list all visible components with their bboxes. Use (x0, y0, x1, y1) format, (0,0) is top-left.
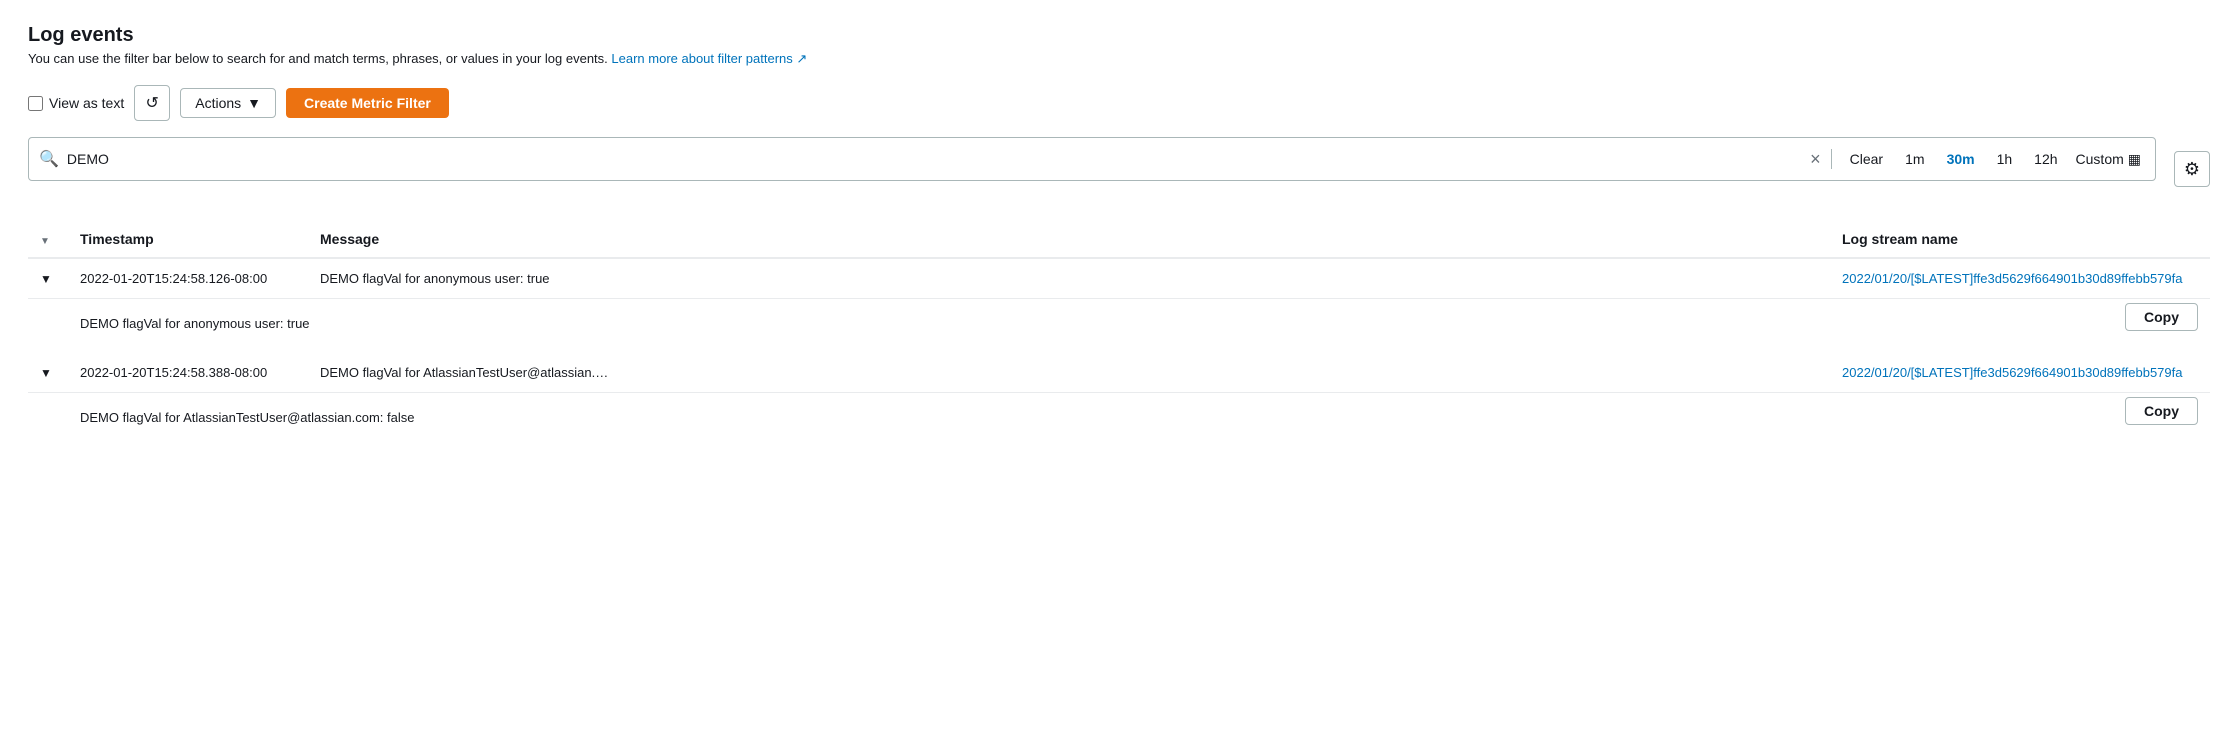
col-expand-header: ▼ (28, 221, 68, 258)
log-table: ▼ Timestamp Message Log stream name ▼ (28, 221, 2210, 447)
1h-time-button[interactable]: 1h (1993, 149, 2017, 169)
refresh-button[interactable]: ↺ (134, 85, 170, 121)
custom-label: Custom (2076, 151, 2124, 167)
row1-expanded-content: DEMO flagVal for anonymous user: true Co… (80, 303, 2198, 339)
table-row: ▼ 2022-01-20T15:24:58.388-08:00 DEMO fla… (28, 353, 2210, 393)
row1-expanded-cell: DEMO flagVal for anonymous user: true Co… (28, 299, 2210, 354)
subtitle-text: You can use the filter bar below to sear… (28, 51, 608, 66)
table-row: ▼ 2022-01-20T15:24:58.126-08:00 DEMO fla… (28, 258, 2210, 299)
external-link-icon: ↗ (796, 51, 807, 66)
row1-expand-icon[interactable]: ▼ (40, 272, 52, 286)
row2-copy-button[interactable]: Copy (2125, 397, 2198, 425)
page-subtitle: You can use the filter bar below to sear… (28, 51, 2210, 67)
row2-logstream: 2022/01/20/[$LATEST]ffe3d5629f664901b30d… (1830, 353, 2210, 393)
view-as-text-checkbox[interactable] (28, 96, 43, 111)
actions-label: Actions (195, 95, 241, 111)
clear-time-button[interactable]: Clear (1846, 149, 1887, 169)
row2-expand-icon[interactable]: ▼ (40, 366, 52, 380)
table-row-expanded: DEMO flagVal for anonymous user: true Co… (28, 299, 2210, 354)
search-icon: 🔍 (39, 149, 59, 169)
page-container: Log events You can use the filter bar be… (0, 0, 2238, 754)
row1-message: DEMO flagVal for anonymous user: true (308, 258, 1830, 299)
row1-timestamp: 2022-01-20T15:24:58.126-08:00 (68, 258, 308, 299)
row2-logstream-link[interactable]: 2022/01/20/[$LATEST]ffe3d5629f664901b30d… (1842, 365, 2182, 380)
table-header-row: ▼ Timestamp Message Log stream name (28, 221, 2210, 258)
row1-expand-cell: ▼ (28, 258, 68, 299)
create-metric-filter-button[interactable]: Create Metric Filter (286, 88, 449, 118)
col-logstream-header: Log stream name (1830, 221, 2210, 258)
refresh-icon: ↺ (146, 93, 159, 113)
table-row-expanded: DEMO flagVal for AtlassianTestUser@atlas… (28, 393, 2210, 448)
search-clear-icon[interactable]: × (1810, 150, 1821, 168)
row1-logstream: 2022/01/20/[$LATEST]ffe3d5629f664901b30d… (1830, 258, 2210, 299)
row2-message: DEMO flagVal for AtlassianTestUser@atlas… (308, 353, 1830, 393)
table-body: ▼ 2022-01-20T15:24:58.126-08:00 DEMO fla… (28, 258, 2210, 447)
1m-time-button[interactable]: 1m (1901, 149, 1928, 169)
col-message-header: Message (308, 221, 1830, 258)
row2-expanded-text: DEMO flagVal for AtlassianTestUser@atlas… (80, 410, 414, 425)
row2-expanded-content: DEMO flagVal for AtlassianTestUser@atlas… (80, 397, 2198, 433)
create-metric-filter-label: Create Metric Filter (304, 95, 431, 111)
learn-more-link[interactable]: Learn more about filter patterns ↗ (611, 51, 807, 66)
view-as-text-label: View as text (49, 95, 124, 111)
time-range-section: Clear 1m 30m 1h 12h Custom ▦ (1832, 138, 2155, 180)
row1-expanded-text: DEMO flagVal for anonymous user: true (80, 316, 310, 331)
view-as-text-container: View as text (28, 95, 124, 111)
col-timestamp-header: Timestamp (68, 221, 308, 258)
page-header: Log events You can use the filter bar be… (28, 24, 2210, 67)
sort-icon: ▼ (40, 236, 50, 247)
search-row: 🔍 × Clear 1m 30m 1h 12h Custom ▦ (28, 137, 2156, 181)
actions-button[interactable]: Actions ▼ (180, 88, 276, 118)
gear-icon: ⚙ (2184, 159, 2200, 180)
calendar-icon: ▦ (2128, 151, 2141, 168)
12h-time-button[interactable]: 12h (2030, 149, 2061, 169)
page-title: Log events (28, 24, 2210, 47)
settings-button[interactable]: ⚙ (2174, 151, 2210, 187)
search-wrapper: 🔍 × (29, 149, 1832, 169)
row1-logstream-link[interactable]: 2022/01/20/[$LATEST]ffe3d5629f664901b30d… (1842, 271, 2182, 286)
chevron-down-icon: ▼ (247, 95, 261, 111)
row1-copy-button[interactable]: Copy (2125, 303, 2198, 331)
30m-time-button[interactable]: 30m (1943, 149, 1979, 169)
row2-expanded-cell: DEMO flagVal for AtlassianTestUser@atlas… (28, 393, 2210, 448)
row2-timestamp: 2022-01-20T15:24:58.388-08:00 (68, 353, 308, 393)
search-input[interactable] (67, 151, 1802, 167)
toolbar: View as text ↺ Actions ▼ Create Metric F… (28, 85, 2210, 121)
row2-expand-cell: ▼ (28, 353, 68, 393)
custom-time-button[interactable]: Custom ▦ (2076, 151, 2141, 168)
